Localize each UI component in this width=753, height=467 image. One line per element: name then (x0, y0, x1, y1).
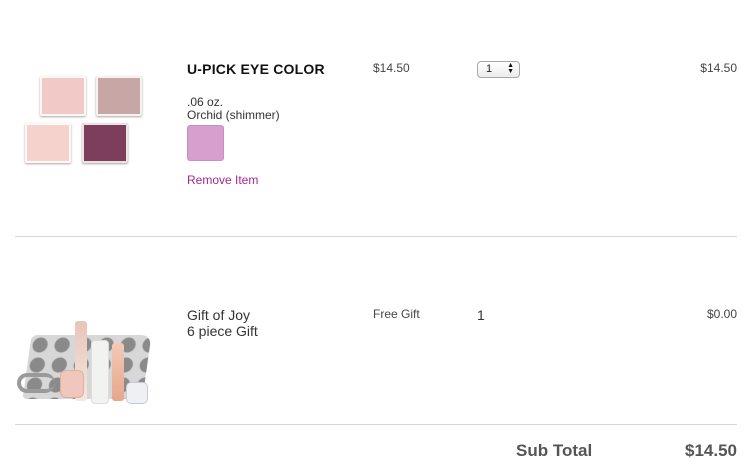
shadow-pan (96, 76, 142, 116)
select-arrows-icon: ▲ ▼ (507, 62, 514, 75)
line-total: $0.00 (706, 307, 737, 321)
product-shade: Orchid (shimmer) (187, 108, 280, 122)
unit-price: Free Gift (373, 307, 420, 321)
product-jar (127, 383, 147, 403)
eye-shadow-palette-image (25, 74, 145, 174)
shadow-pan (40, 76, 86, 116)
remove-item-link[interactable]: Remove Item (187, 173, 258, 187)
product-jar (61, 371, 83, 397)
gift-description: 6 piece Gift (187, 323, 258, 339)
cart-row-eye-color: U-PICK EYE COLOR .06 oz. Orchid (shimmer… (15, 0, 737, 237)
quantity-select[interactable]: 1 ▲ ▼ (477, 61, 520, 78)
cart-row-gift: Gift of Joy 6 piece Gift Free Gift 1 $0.… (15, 237, 737, 425)
shadow-pan (25, 123, 71, 163)
line-total: $14.50 (700, 61, 737, 75)
product-tube (92, 341, 108, 403)
quantity-value: 1 (477, 307, 485, 323)
quantity-value: 1 (486, 63, 493, 75)
gift-set-bag-image (17, 313, 152, 405)
shadow-pan (82, 123, 128, 163)
unit-price: $14.50 (373, 61, 410, 75)
product-size: .06 oz. (187, 95, 224, 109)
shade-swatch (187, 125, 224, 161)
product-name: U-PICK EYE COLOR (187, 61, 325, 77)
subtotal-label: Sub Total (516, 441, 593, 460)
subtotal-value: $14.50 (685, 441, 737, 460)
gift-name: Gift of Joy (187, 307, 251, 323)
bag-strap (17, 373, 55, 393)
product-bottle (112, 343, 124, 401)
